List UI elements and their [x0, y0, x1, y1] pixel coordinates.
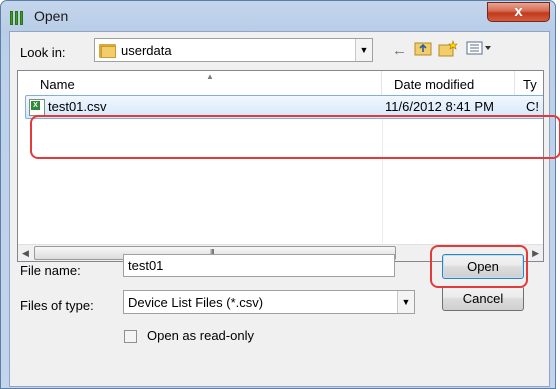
- app-icon: [10, 9, 26, 25]
- readonly-label: Open as read-only: [147, 328, 254, 343]
- back-arrow-icon[interactable]: ←: [392, 42, 407, 59]
- filename-label: File name:: [20, 263, 81, 278]
- folder-icon: [99, 42, 116, 58]
- chevron-down-icon[interactable]: ▼: [355, 39, 372, 61]
- highlight-file-row: [30, 115, 560, 159]
- csv-file-icon: [29, 99, 45, 116]
- filename-input[interactable]: [123, 254, 395, 277]
- filetype-label: Files of type:: [20, 298, 94, 313]
- column-header-type[interactable]: Ty: [515, 71, 543, 95]
- readonly-checkbox[interactable]: [124, 330, 137, 343]
- cancel-button[interactable]: Cancel: [442, 286, 524, 311]
- open-dialog-window: Open x Look in: userdata ▼ ← ▲ Name Date…: [0, 0, 556, 389]
- file-name: test01.csv: [48, 99, 107, 114]
- highlight-open-button: [430, 245, 528, 288]
- column-header-name[interactable]: Name: [18, 71, 382, 95]
- file-date: 11/6/2012 8:41 PM: [385, 99, 494, 114]
- window-title: Open: [34, 8, 69, 24]
- filetype-dropdown[interactable]: Device List Files (*.csv) ▼: [123, 290, 415, 314]
- dialog-body: Look in: userdata ▼ ← ▲ Name Date modifi…: [9, 31, 550, 387]
- lookin-label: Look in:: [20, 45, 66, 60]
- file-type: C!: [526, 99, 539, 114]
- view-menu-icon[interactable]: [466, 40, 494, 56]
- close-icon: x: [514, 3, 523, 20]
- scroll-right-icon[interactable]: ▶: [532, 248, 539, 259]
- file-list[interactable]: ▲ Name Date modified Ty test01.csv 11/6/…: [17, 70, 544, 262]
- scroll-left-icon[interactable]: ◀: [22, 248, 29, 259]
- up-folder-icon[interactable]: [414, 40, 432, 56]
- close-button[interactable]: x: [487, 2, 550, 22]
- filetype-value: Device List Files (*.csv): [128, 295, 264, 310]
- lookin-dropdown[interactable]: userdata ▼: [94, 38, 373, 62]
- chevron-down-icon[interactable]: ▼: [397, 291, 414, 313]
- new-folder-icon[interactable]: [438, 40, 458, 57]
- column-header-date-modified[interactable]: Date modified: [382, 71, 515, 95]
- title-bar[interactable]: Open x: [1, 1, 555, 31]
- lookin-value: userdata: [121, 43, 172, 58]
